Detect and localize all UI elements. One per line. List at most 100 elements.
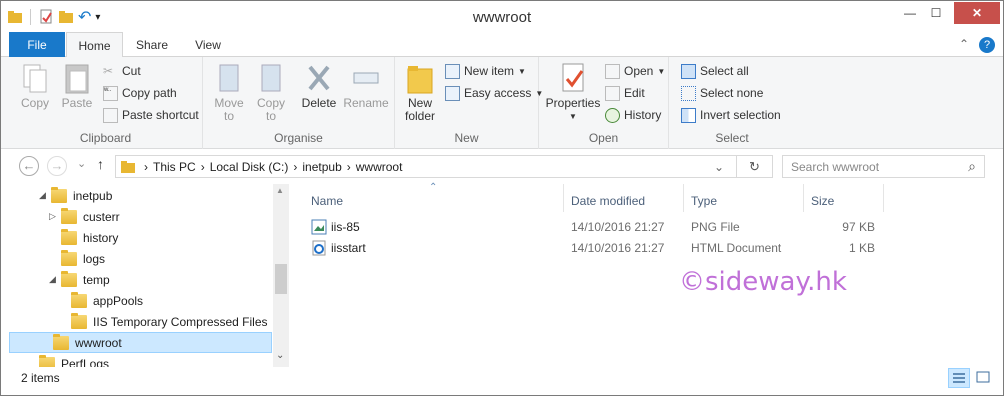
tree-item-apppools[interactable]: appPools: [9, 290, 273, 311]
folder-icon: [39, 354, 55, 367]
recent-locations-button[interactable]: ⌄: [77, 157, 86, 170]
back-button[interactable]: ←: [19, 156, 39, 176]
breadcrumb-wwwroot[interactable]: wwwroot: [356, 160, 403, 174]
edit-icon: [605, 85, 620, 101]
edit-button[interactable]: Edit: [605, 83, 645, 103]
refresh-button[interactable]: ↻: [736, 156, 772, 177]
easy-access-icon: [445, 85, 460, 101]
tree-item-label: wwwroot: [75, 335, 122, 350]
minimize-ribbon-icon[interactable]: ⌃: [959, 37, 969, 53]
large-icons-view-button[interactable]: [973, 368, 995, 388]
forward-button[interactable]: →: [47, 156, 67, 176]
tree-item-iis-temporary-compressed-files[interactable]: IIS Temporary Compressed Files: [9, 311, 273, 332]
tree-item-wwwroot[interactable]: wwwroot: [9, 332, 272, 353]
tree-item-perflogs[interactable]: PerfLogs: [9, 353, 273, 367]
image-file-icon: [311, 219, 327, 235]
paste-shortcut-button[interactable]: Paste shortcut: [103, 105, 199, 125]
tree-item-history[interactable]: history: [9, 227, 273, 248]
help-icon[interactable]: ?: [979, 37, 995, 53]
expand-icon[interactable]: ◢: [49, 274, 56, 285]
delete-button[interactable]: Delete: [299, 61, 339, 110]
column-separator[interactable]: [883, 184, 884, 212]
rename-button[interactable]: Rename: [343, 61, 389, 110]
details-view-icon: [953, 373, 965, 383]
tree-item-custerr[interactable]: ▷ custerr: [9, 206, 273, 227]
open-button[interactable]: Open ▼: [605, 61, 665, 81]
paste-shortcut-icon: [103, 107, 118, 123]
tree-item-logs[interactable]: logs: [9, 248, 273, 269]
new-folder-big-icon: [407, 66, 433, 94]
column-name-label: Name: [311, 194, 344, 208]
new-group: New folder New item ▼ Easy access ▼ New: [395, 57, 543, 149]
expand-icon[interactable]: ▷: [49, 211, 56, 222]
breadcrumb-separator: ›: [144, 159, 148, 174]
select-group-label: Select: [715, 131, 749, 145]
copy-button[interactable]: Copy: [15, 61, 55, 110]
paste-shortcut-label: Paste shortcut: [122, 108, 199, 122]
select-all-icon: [681, 63, 696, 79]
copy-to-button[interactable]: Copy to: [251, 61, 291, 123]
search-icon: ⌕: [968, 158, 976, 174]
paste-label: Paste: [61, 96, 93, 110]
tree-scrollbar[interactable]: ▲ ⌄: [273, 184, 289, 367]
search-input[interactable]: Search wwwroot: [791, 160, 879, 174]
status-bar: 2 items: [1, 367, 1003, 395]
organise-group: Move to Copy to Delete Rename Organise: [203, 57, 395, 149]
easy-access-button[interactable]: Easy access ▼: [445, 83, 543, 103]
html-file-icon: [312, 240, 326, 256]
breadcrumb-separator: ›: [200, 159, 205, 174]
file-list: ⌃ Name Date modified Type Size iis-85 14…: [295, 182, 1003, 367]
details-view-button[interactable]: [948, 368, 970, 388]
breadcrumb-separator: ›: [293, 159, 298, 174]
move-to-button[interactable]: Move to: [209, 61, 249, 123]
tree-item-label: logs: [83, 251, 106, 266]
scrollbar-thumb[interactable]: [275, 264, 287, 294]
file-type: PNG File: [691, 220, 740, 234]
expand-icon[interactable]: ◢: [39, 190, 46, 201]
tree-item-label: inetpub: [73, 188, 113, 203]
tree-item-inetpub[interactable]: ◢ inetpub: [9, 185, 273, 206]
tree-item-temp[interactable]: ◢ temp: [9, 269, 273, 290]
column-header-date[interactable]: Date modified: [563, 190, 683, 212]
file-row[interactable]: iisstart 14/10/2016 21:27 HTML Document …: [303, 238, 883, 258]
tab-share[interactable]: Share: [127, 32, 177, 57]
select-all-button[interactable]: Select all: [681, 61, 749, 81]
history-label: History: [624, 108, 662, 122]
organise-group-label: Organise: [274, 131, 323, 145]
scissors-icon: ✂: [103, 63, 114, 78]
scroll-down-icon[interactable]: ⌄: [276, 350, 284, 361]
column-header-type[interactable]: Type: [683, 190, 803, 212]
copy-label: Copy: [20, 96, 49, 110]
column-header-name[interactable]: Name: [303, 190, 563, 212]
close-button[interactable]: ✕: [954, 2, 1000, 24]
new-folder-button[interactable]: New folder: [399, 61, 441, 123]
breadcrumb-inetpub[interactable]: inetpub: [302, 160, 341, 174]
paste-button[interactable]: Paste: [57, 61, 97, 110]
ribbon-controls: ⌃ ?: [959, 37, 995, 53]
properties-button[interactable]: Properties ▼: [545, 61, 601, 123]
invert-selection-button[interactable]: Invert selection: [681, 105, 781, 125]
delete-label: Delete: [301, 96, 337, 110]
scroll-up-icon[interactable]: ▲: [276, 186, 284, 195]
up-button[interactable]: ↑: [97, 156, 104, 172]
select-none-icon: [681, 85, 696, 101]
column-header-size[interactable]: Size: [803, 190, 883, 212]
new-item-button[interactable]: New item ▼: [445, 61, 526, 81]
tree-item-label: history: [83, 230, 119, 245]
copy-path-button[interactable]: w.. Copy path: [103, 83, 177, 103]
maximize-button[interactable]: ☐: [913, 2, 959, 24]
file-row[interactable]: iis-85 14/10/2016 21:27 PNG File 97 KB: [303, 217, 883, 237]
tab-home[interactable]: Home: [66, 32, 123, 58]
address-dropdown-icon[interactable]: ⌄: [714, 160, 724, 174]
history-button[interactable]: History: [605, 105, 661, 125]
cut-button[interactable]: ✂ Cut: [103, 61, 141, 81]
address-bar[interactable]: › This PC › Local Disk (C:) › inetpub › …: [115, 155, 773, 178]
breadcrumb-local-disk[interactable]: Local Disk (C:): [210, 160, 289, 174]
paste-icon: [65, 64, 89, 94]
tab-file[interactable]: File: [9, 32, 65, 57]
column-size-label: Size: [811, 194, 835, 208]
breadcrumb-this-pc[interactable]: This PC: [153, 160, 196, 174]
search-box[interactable]: Search wwwroot ⌕: [782, 155, 985, 178]
tab-view[interactable]: View: [183, 32, 233, 57]
select-none-button[interactable]: Select none: [681, 83, 763, 103]
